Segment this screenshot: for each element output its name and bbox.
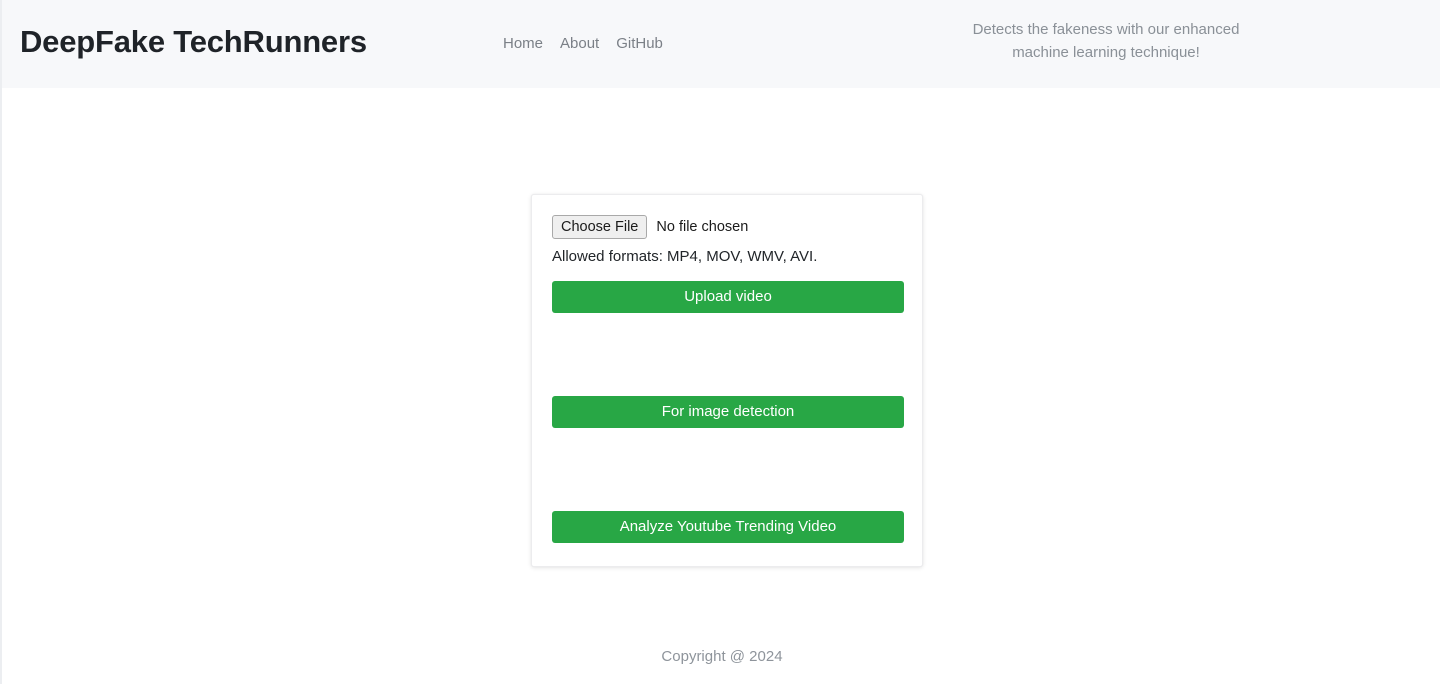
- allowed-formats-label: Allowed formats: MP4, MOV, WMV, AVI.: [552, 248, 818, 265]
- nav-link-about[interactable]: About: [560, 35, 599, 52]
- main-content: Choose File No file chosen Allowed forma…: [2, 88, 1440, 628]
- footer: Copyright @ 2024: [2, 628, 1440, 684]
- nav-link-home[interactable]: Home: [503, 35, 543, 52]
- upload-card: Choose File No file chosen Allowed forma…: [531, 194, 923, 567]
- upload-video-button[interactable]: Upload video: [552, 281, 904, 313]
- file-input-row[interactable]: Choose File No file chosen: [552, 215, 904, 239]
- page-title: DeepFake TechRunners: [20, 24, 367, 59]
- upload-card-body: Choose File No file chosen Allowed forma…: [552, 215, 904, 543]
- analyze-youtube-button[interactable]: Analyze Youtube Trending Video: [552, 511, 904, 543]
- copyright-text: Copyright @ 2024: [661, 647, 783, 665]
- form-spacer-lower: [552, 428, 904, 511]
- page-root: DeepFake TechRunners Home About GitHub D…: [0, 0, 1440, 684]
- nav-link-github[interactable]: GitHub: [616, 35, 663, 52]
- navbar: DeepFake TechRunners Home About GitHub D…: [2, 0, 1440, 88]
- form-spacer-upper: [552, 313, 904, 396]
- image-detection-button[interactable]: For image detection: [552, 396, 904, 428]
- file-chosen-status: No file chosen: [656, 219, 749, 235]
- nav-links: Home About GitHub: [503, 35, 663, 52]
- header-tagline: Detects the fakeness with our enhanced m…: [972, 21, 1240, 61]
- choose-file-button[interactable]: Choose File: [552, 215, 648, 239]
